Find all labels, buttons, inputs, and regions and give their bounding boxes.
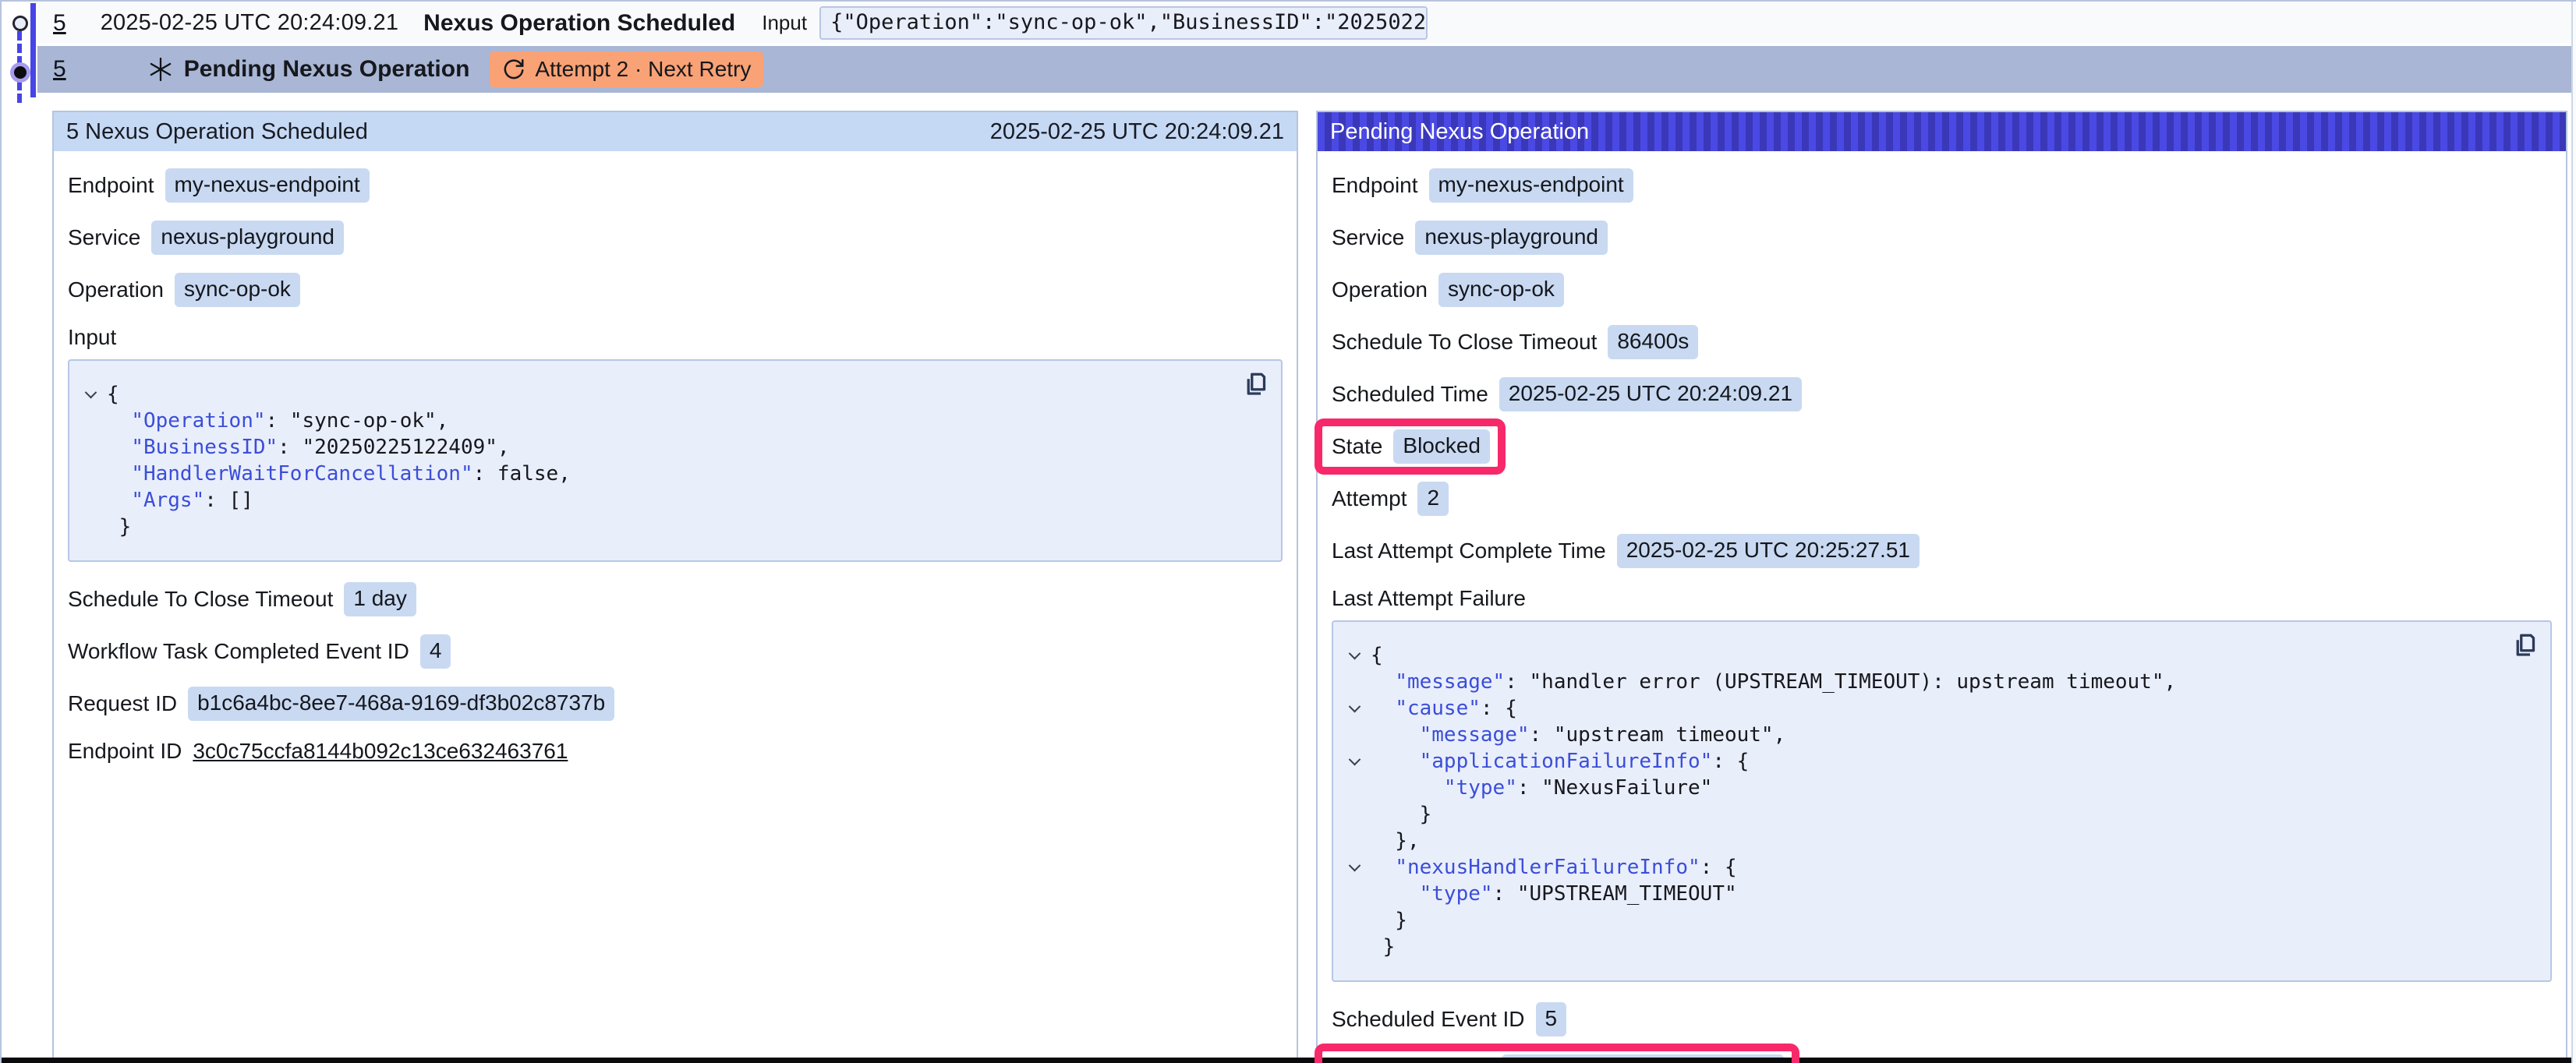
- event-history-view: 5 2025-02-25 UTC 20:24:09.21 Nexus Opera…: [0, 0, 2576, 1063]
- field-workflow-task-completed-event-id: Workflow Task Completed Event ID 4: [68, 634, 1283, 669]
- input-preview-chip: {"Operation":"sync-op-ok","BusinessID":"…: [819, 6, 1428, 40]
- right-panel-title: Pending Nexus Operation: [1330, 119, 1589, 145]
- wtc-event-id-chip: 4: [420, 634, 451, 669]
- field-endpoint: Endpoint my-nexus-endpoint: [68, 168, 1283, 203]
- timeout-value-chip: 86400s: [1608, 325, 1698, 359]
- event-id-link[interactable]: 5: [53, 56, 66, 83]
- failure-json-viewer: { "message": "handler error (UPSTREAM_TI…: [1332, 620, 2552, 982]
- field-service: Service nexus-playground: [1332, 221, 2552, 255]
- endpoint-value-chip: my-nexus-endpoint: [1429, 168, 1633, 203]
- event-title: Pending Nexus Operation: [184, 56, 470, 83]
- retry-icon: [502, 58, 525, 81]
- timeout-value-chip: 1 day: [344, 582, 416, 616]
- field-operation: Operation sync-op-ok: [1332, 273, 2552, 307]
- event-title: Nexus Operation Scheduled: [423, 10, 735, 37]
- field-service: Service nexus-playground: [68, 221, 1283, 255]
- retry-badge-label: Attempt 2 · Next Retry: [535, 57, 751, 82]
- last-attempt-time-chip: 2025-02-25 UTC 20:25:27.51: [1617, 534, 1920, 568]
- event-open-circle-icon: [12, 16, 28, 31]
- pending-operation-panel: Pending Nexus Operation Endpoint my-nexu…: [1316, 111, 2567, 1060]
- field-attempt: Attempt 2: [1332, 482, 2552, 516]
- operation-value-chip: sync-op-ok: [1438, 273, 1564, 307]
- pending-asterisk-icon: [148, 57, 173, 82]
- request-id-chip: b1c6a4bc-8ee7-468a-9169-df3b02c8737b: [188, 687, 614, 721]
- collapse-chevron-icon[interactable]: [1348, 700, 1361, 712]
- collapse-chevron-icon[interactable]: [1348, 753, 1361, 765]
- endpoint-id-link[interactable]: 3c0c75ccfa8144b092c13ce632463761: [193, 739, 568, 764]
- scrollbar-gutter[interactable]: [2571, 2, 2576, 1063]
- endpoint-value-chip: my-nexus-endpoint: [165, 168, 370, 203]
- event-row-nexus-operation-scheduled[interactable]: 5 2025-02-25 UTC 20:24:09.21 Nexus Opera…: [37, 3, 2571, 43]
- input-json-viewer: { "Operation": "sync-op-ok", "BusinessID…: [68, 359, 1283, 562]
- collapse-chevron-icon[interactable]: [1348, 859, 1361, 871]
- field-last-attempt-complete-time: Last Attempt Complete Time 2025-02-25 UT…: [1332, 534, 2552, 568]
- copy-icon[interactable]: [1242, 370, 1270, 398]
- scheduled-event-id-chip: 5: [1536, 1002, 1567, 1037]
- field-endpoint-id: Endpoint ID 3c0c75ccfa8144b092c13ce63246…: [68, 739, 1283, 764]
- state-highlight-wrap: State Blocked: [1332, 429, 1490, 464]
- retry-attempt-badge: Attempt 2 · Next Retry: [490, 51, 763, 87]
- pending-event-dot-icon: [10, 62, 30, 83]
- field-scheduled-time: Scheduled Time 2025-02-25 UTC 20:24:09.2…: [1332, 377, 2552, 411]
- event-id-link[interactable]: 5: [53, 10, 66, 37]
- field-schedule-to-close-timeout: Schedule To Close Timeout 1 day: [68, 582, 1283, 616]
- event-detail-panel-scheduled: 5 Nexus Operation Scheduled 2025-02-25 U…: [52, 111, 1298, 1060]
- input-section-label: Input: [68, 325, 1283, 350]
- event-row-pending-nexus-operation[interactable]: 5 Pending Nexus Operation Attempt 2 · Ne…: [37, 46, 2571, 93]
- selected-event-accent-bar: [30, 3, 36, 97]
- collapse-chevron-icon[interactable]: [84, 386, 97, 398]
- field-request-id: Request ID b1c6a4bc-8ee7-468a-9169-df3b0…: [68, 687, 1283, 721]
- attempt-value-chip: 2: [1417, 482, 1449, 516]
- field-state: State Blocked: [1332, 429, 1490, 464]
- field-endpoint: Endpoint my-nexus-endpoint: [1332, 168, 2552, 203]
- service-value-chip: nexus-playground: [1415, 221, 1608, 255]
- copy-icon[interactable]: [2511, 631, 2539, 659]
- service-value-chip: nexus-playground: [151, 221, 344, 255]
- collapse-chevron-icon[interactable]: [1348, 647, 1361, 659]
- bottom-edge-line: [2, 1058, 2571, 1063]
- right-panel-header: Pending Nexus Operation: [1318, 112, 2566, 151]
- left-panel-header: 5 Nexus Operation Scheduled 2025-02-25 U…: [54, 112, 1297, 151]
- left-panel-title: 5 Nexus Operation Scheduled: [66, 119, 368, 145]
- scheduled-time-chip: 2025-02-25 UTC 20:24:09.21: [1499, 377, 1802, 411]
- field-schedule-to-close-timeout: Schedule To Close Timeout 86400s: [1332, 325, 2552, 359]
- state-value-chip: Blocked: [1393, 429, 1490, 464]
- input-label: Input: [762, 11, 807, 35]
- failure-section-label: Last Attempt Failure: [1332, 586, 2552, 611]
- field-scheduled-event-id: Scheduled Event ID 5: [1332, 1002, 2552, 1037]
- left-panel-timestamp: 2025-02-25 UTC 20:24:09.21: [990, 119, 1284, 145]
- operation-value-chip: sync-op-ok: [175, 273, 300, 307]
- field-operation: Operation sync-op-ok: [68, 273, 1283, 307]
- event-timestamp: 2025-02-25 UTC 20:24:09.21: [101, 10, 398, 36]
